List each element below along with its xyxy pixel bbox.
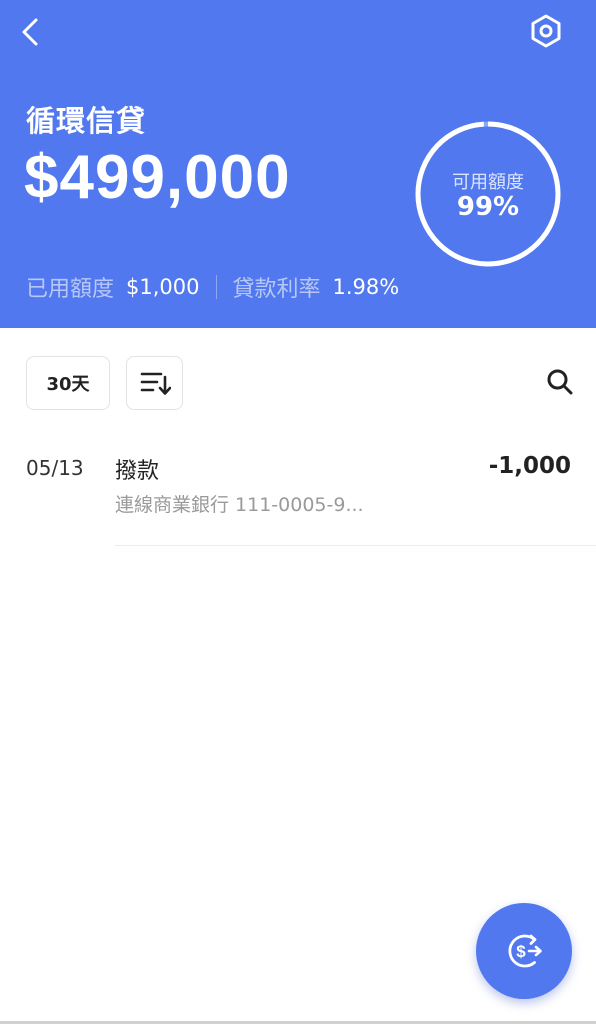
- search-icon: [547, 369, 573, 395]
- transaction-row[interactable]: 05/13 撥款 連線商業銀行 111-0005-9... -1,000: [0, 440, 596, 546]
- page-title: 循環信貸: [26, 104, 147, 138]
- svg-text:$: $: [516, 942, 526, 961]
- sort-button[interactable]: [126, 356, 183, 410]
- transaction-amount: -1,000: [488, 453, 571, 479]
- account-header: 循環信貸 $499,000 可用額度 99% 已用額度 $1,000 貸款利率 …: [0, 0, 596, 328]
- search-button[interactable]: [540, 362, 580, 402]
- hexagon-gear-icon: [531, 14, 561, 48]
- available-amount: $499,000: [24, 143, 291, 212]
- chevron-left-icon: [22, 18, 38, 46]
- transaction-date: 05/13: [26, 456, 84, 480]
- stats-row: 已用額度 $1,000 貸款利率 1.98%: [26, 272, 399, 302]
- repay-fab-button[interactable]: $: [476, 903, 572, 999]
- ring-value: 99%: [456, 192, 520, 222]
- transaction-title: 撥款: [115, 459, 160, 484]
- used-amount-value: $1,000: [126, 275, 200, 299]
- ring-label: 可用額度: [452, 172, 524, 193]
- settings-button[interactable]: [526, 11, 566, 51]
- transaction-subtitle: 連線商業銀行 111-0005-9...: [115, 494, 364, 516]
- interest-rate-label: 貸款利率: [232, 277, 321, 302]
- row-divider: [115, 545, 596, 546]
- back-button[interactable]: [14, 14, 50, 50]
- used-amount-label: 已用額度: [26, 277, 115, 302]
- interest-rate-value: 1.98%: [332, 275, 400, 299]
- date-range-button[interactable]: 30天: [26, 356, 110, 410]
- dollar-transfer-icon: $: [508, 934, 542, 968]
- sort-descending-icon: [140, 372, 171, 395]
- stats-divider: [215, 275, 217, 299]
- available-ratio-ring: 可用額度 99%: [414, 120, 562, 268]
